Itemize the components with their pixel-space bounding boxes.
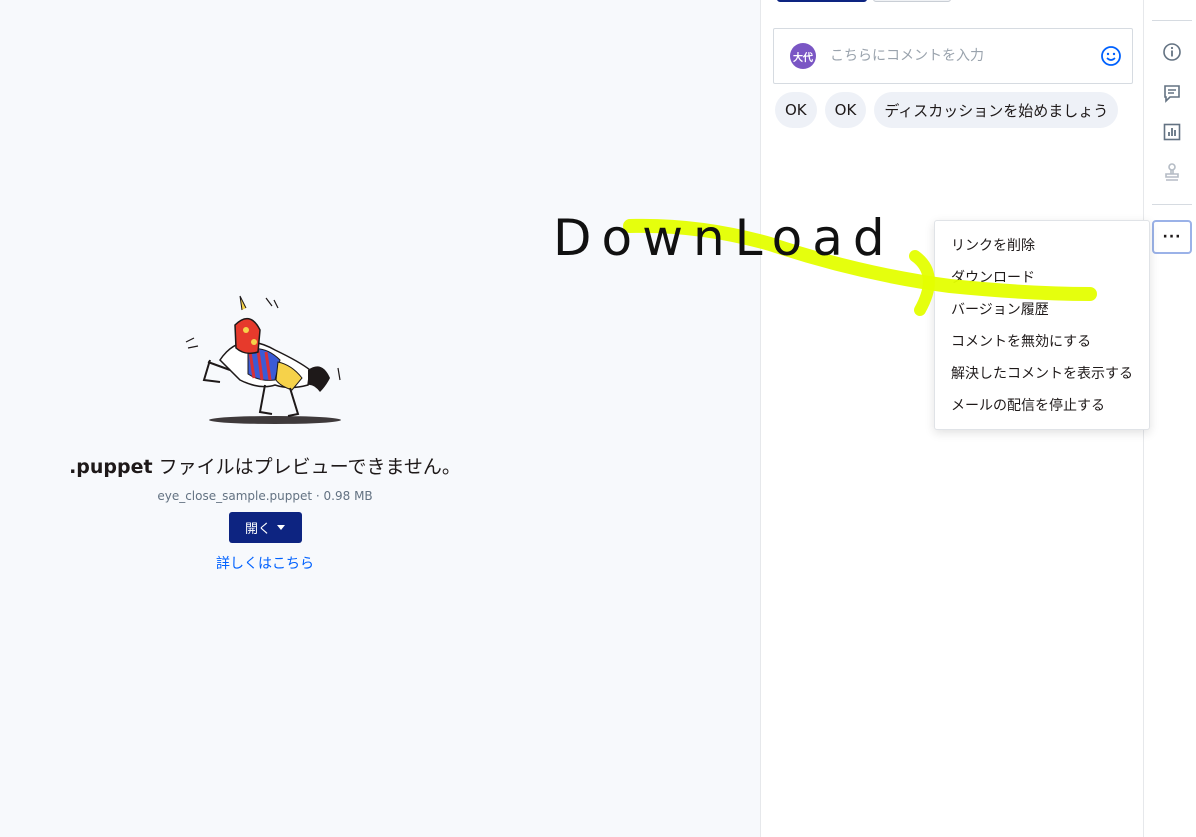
quick-reply-start-discussion[interactable]: ディスカッションを始めましょう: [874, 92, 1119, 128]
stamp-icon[interactable]: [1160, 160, 1184, 184]
quick-reply-ok[interactable]: OK: [775, 92, 817, 128]
quick-reply-ok-2[interactable]: OK: [824, 92, 867, 128]
rail-divider: [1152, 204, 1192, 205]
overflow-menu: リンクを削除 ダウンロード バージョン履歴 コメントを無効にする 解決したコメン…: [934, 220, 1150, 430]
quick-replies: OK OK ディスカッションを始めましょう: [775, 92, 1119, 128]
open-button-label: 開く: [244, 522, 271, 537]
caret-down-icon: [277, 525, 285, 530]
open-button[interactable]: 開く: [228, 512, 302, 543]
menu-item-version-history[interactable]: バージョン履歴: [935, 293, 1149, 325]
preview-title: .puppet ファイルはプレビューできません。: [69, 452, 461, 479]
preview-title-text: ファイルはプレビューできません。: [152, 456, 461, 478]
file-meta: eye_close_sample.puppet · 0.98 MB: [157, 489, 373, 503]
more-options-button[interactable]: ···: [1152, 220, 1192, 254]
chart-icon[interactable]: [1160, 120, 1184, 144]
preview-message: .puppet ファイルはプレビューできません。 eye_close_sampl…: [0, 290, 530, 573]
comment-box: 大代: [773, 28, 1133, 84]
right-rail: ···: [1144, 0, 1196, 837]
menu-item-remove-link[interactable]: リンクを削除: [935, 229, 1149, 261]
file-preview-area: .puppet ファイルはプレビューできません。 eye_close_sampl…: [0, 0, 760, 837]
comment-input[interactable]: [830, 42, 1090, 70]
menu-item-show-resolved-comments[interactable]: 解決したコメントを表示する: [935, 357, 1149, 389]
menu-item-unsubscribe-email[interactable]: メールの配信を停止する: [935, 389, 1149, 421]
menu-item-disable-comments[interactable]: コメントを無効にする: [935, 325, 1149, 357]
info-icon[interactable]: [1160, 40, 1184, 64]
learn-more-link[interactable]: 詳しくはこちら: [216, 553, 314, 573]
menu-item-download[interactable]: ダウンロード: [935, 261, 1149, 293]
rail-divider: [1152, 20, 1192, 21]
secondary-button-stub[interactable]: [873, 0, 951, 2]
file-extension: .puppet: [69, 456, 153, 478]
comment-icon[interactable]: [1160, 81, 1184, 105]
unicorn-illustration: [185, 295, 341, 424]
emoji-icon[interactable]: [1100, 45, 1122, 67]
primary-button-stub[interactable]: [777, 0, 867, 2]
avatar: 大代: [790, 43, 816, 69]
annotation-text: DownLoad: [553, 209, 895, 267]
